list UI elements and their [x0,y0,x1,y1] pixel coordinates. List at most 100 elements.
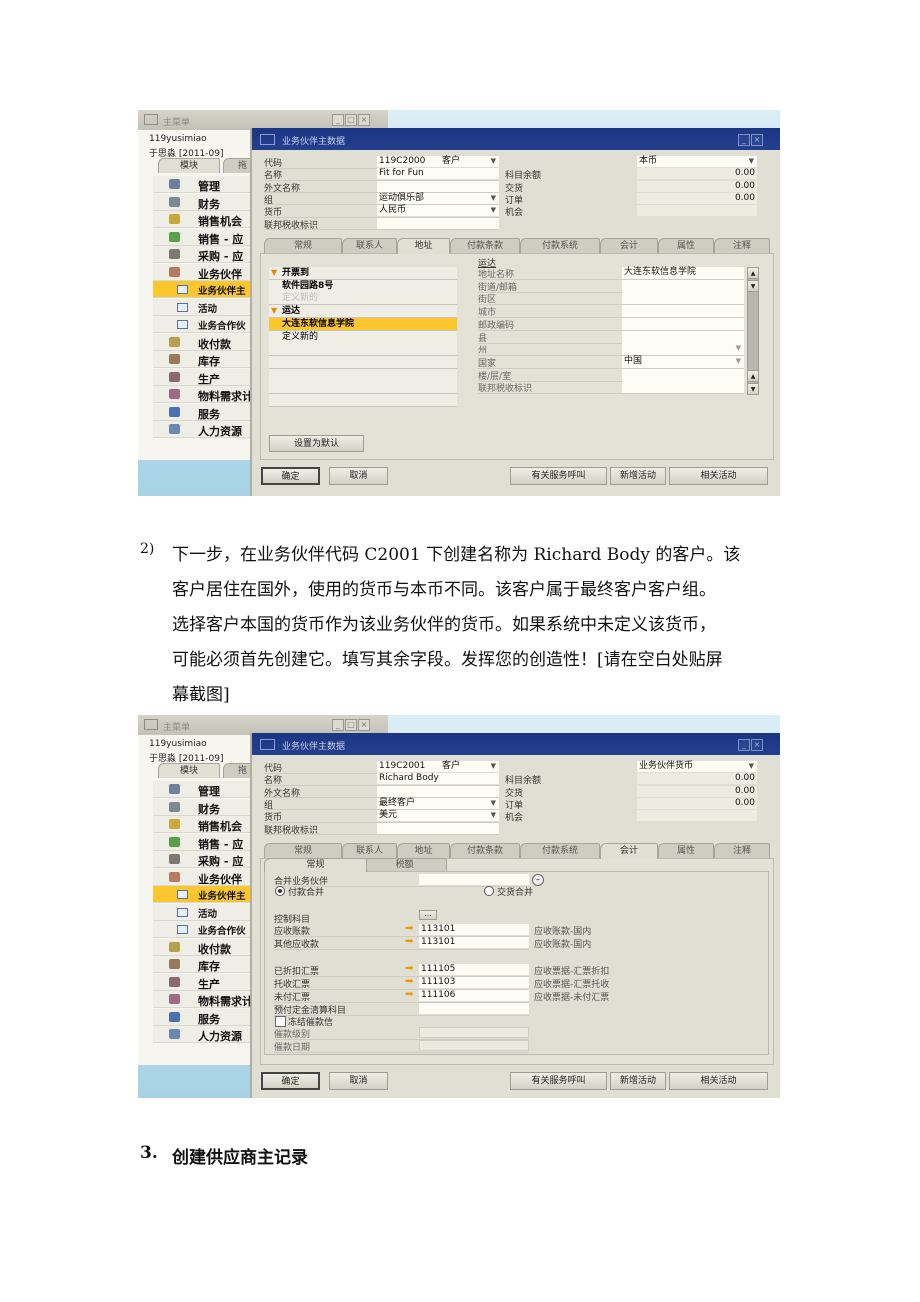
sidebar-item[interactable]: 采购 - 应 [153,851,250,868]
cancel-button[interactable]: 取消 [329,467,388,485]
chevron-down-icon[interactable]: ▼ [491,798,496,809]
tab-3[interactable]: 付款条款 [450,238,520,253]
sidebar-item[interactable]: 财务 [153,798,250,816]
scroll-down-button[interactable]: ▼ [747,383,759,395]
sidebar-item[interactable]: 销售 - 应 [153,228,250,246]
sidebar-item[interactable]: 销售机会 [153,816,250,833]
sidebar-item[interactable]: 活动 [153,298,250,316]
maximize-button[interactable]: □ [345,719,357,731]
link-arrow-icon[interactable]: ➡ [405,936,413,947]
tab-modules[interactable]: 模块 [158,158,220,173]
sidebar-item[interactable]: 服务 [153,403,250,421]
cancel-button[interactable]: 取消 [329,1072,388,1090]
sidebar-item[interactable]: 管理 [153,176,250,193]
sidebar-item[interactable]: 销售 - 应 [153,833,250,851]
sidebar-item[interactable]: 销售机会 [153,211,250,228]
chevron-down-icon[interactable]: ▼ [491,156,496,167]
tab-6[interactable]: 属性 [658,843,714,858]
new-activity-button[interactable]: 新增活动 [610,467,666,485]
down-payment-input[interactable] [419,1003,529,1014]
field-input[interactable]: 运动俱乐部 ▼ [377,192,499,204]
address-field-input[interactable] [622,317,744,330]
address-field-input[interactable] [622,305,744,318]
tab-2[interactable]: 地址 [397,843,450,858]
address-list-item[interactable]: ▼ 运达 [269,305,457,319]
sidebar-item[interactable]: 财务 [153,193,250,211]
address-field-input[interactable] [622,368,744,381]
sidebar-item[interactable]: 活动 [153,903,250,921]
close-button[interactable]: × [751,739,763,751]
related-activities-button[interactable]: 相关活动 [669,1072,768,1090]
field-input[interactable] [377,217,499,229]
account-code-input[interactable]: 111106 [419,990,529,1001]
account-code-input[interactable]: 111103 [419,977,529,988]
minimize-button[interactable]: _ [738,739,750,751]
currency-select-arrow[interactable]: ▼ [637,156,757,167]
tab-2[interactable]: 地址 [397,238,450,254]
address-field-input[interactable] [622,279,744,292]
set-default-button[interactable]: 设置为默认 [269,435,364,452]
field-input[interactable]: 最终客户 ▼ [377,797,499,809]
address-field-input[interactable]: 大连东软信息学院 [622,267,744,279]
consolidating-bp-input[interactable] [419,874,529,885]
sidebar-item[interactable]: 收付款 [153,333,250,351]
address-field-input[interactable] [622,330,744,343]
field-input[interactable]: 119C2000 客户 ▼ [377,156,499,167]
sidebar-item[interactable]: 采购 - 应 [153,246,250,263]
close-button[interactable]: × [358,719,370,731]
sidebar-item[interactable]: 人力资源 [153,421,250,438]
sidebar-item[interactable]: 管理 [153,781,250,798]
sidebar-item[interactable]: 业务合作伙 [153,921,250,938]
currency-select-arrow[interactable]: ▼ [637,761,757,772]
field-input[interactable] [377,822,499,834]
address-list-item[interactable]: 定义新的 [269,292,457,306]
sidebar-item[interactable]: 人力资源 [153,1026,250,1043]
tab-4[interactable]: 付款系统 [520,238,600,253]
address-list-item[interactable]: 定义新的 [269,330,457,344]
scroll-up-button[interactable]: ▲ [747,267,759,279]
address-list-item[interactable] [269,355,457,369]
sidebar-item[interactable]: 生产 [153,973,250,991]
field-input[interactable]: Fit for Fun [377,168,499,180]
service-calls-button[interactable]: 有关服务呼叫 [510,467,607,485]
tab-3[interactable]: 付款条款 [450,843,520,858]
tab-0[interactable]: 常规 [264,238,342,253]
address-field-input[interactable]: 中国 ▼ [622,355,744,368]
tab-5[interactable]: 会计 [600,238,658,253]
chevron-down-icon[interactable]: ▼ [491,810,496,821]
chevron-down-icon[interactable]: ▼ [491,193,496,204]
sidebar-item[interactable]: 生产 [153,368,250,386]
chevron-down-icon[interactable]: ▼ [736,356,741,367]
new-activity-button[interactable]: 新增活动 [610,1072,666,1090]
sidebar-item[interactable]: 物料需求计 [153,991,253,1008]
maximize-button[interactable]: □ [345,114,357,126]
sidebar-item[interactable]: 物料需求计 [153,386,253,403]
tab-4[interactable]: 付款系统 [520,843,600,858]
related-activities-button[interactable]: 相关活动 [669,467,768,485]
minimize-button[interactable]: _ [332,719,344,731]
address-field-input[interactable] [622,381,744,394]
tab-1[interactable]: 联系人 [342,843,397,858]
type-select[interactable]: 客户 [442,761,460,772]
address-list-item[interactable] [269,394,457,407]
link-arrow-icon[interactable]: ➡ [405,923,413,934]
close-button[interactable]: × [358,114,370,126]
link-arrow-icon[interactable]: ➡ [405,976,413,987]
scroll-down-button[interactable]: ▼ [747,280,759,292]
sidebar-item[interactable]: 业务伙伴主 [153,281,250,298]
expand-triangle-icon[interactable]: ▼ [271,305,277,317]
tab-1[interactable]: 联系人 [342,238,397,253]
address-list-item[interactable]: 大连东软信息学院 [269,317,457,331]
control-accounts-button[interactable]: ... [419,910,437,920]
field-input[interactable]: 人民币 ▼ [377,205,499,217]
link-arrow-icon[interactable]: ➡ [405,989,413,1000]
minimize-button[interactable]: _ [332,114,344,126]
scroll-up-button[interactable]: ▲ [747,370,759,382]
service-calls-button[interactable]: 有关服务呼叫 [510,1072,607,1090]
address-list-item[interactable] [269,381,457,395]
field-input[interactable] [377,180,499,192]
subtab-general[interactable]: 常规 [264,858,367,872]
close-button[interactable]: × [751,134,763,146]
radio-delivery[interactable] [484,886,494,896]
address-list-item[interactable] [269,343,457,357]
